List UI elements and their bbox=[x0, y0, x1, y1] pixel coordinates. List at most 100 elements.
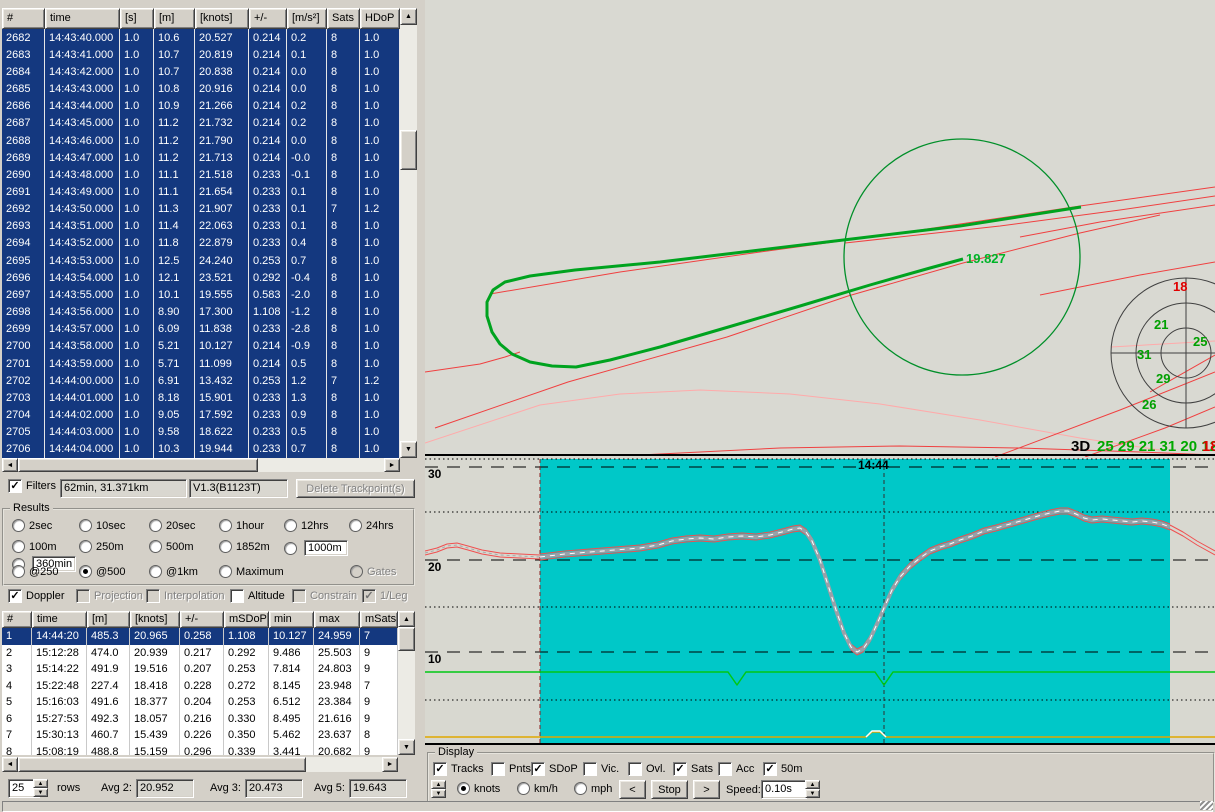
radio-1hour[interactable]: 1hour bbox=[219, 519, 284, 532]
table-row[interactable]: 815:08:19488.815.1590.2960.3393.44120.68… bbox=[2, 744, 398, 756]
results-table-hscrollbar[interactable]: ◄ ► bbox=[2, 757, 398, 772]
table-row[interactable]: 715:30:13460.715.4390.2260.3505.46223.63… bbox=[2, 727, 398, 744]
radio-icon[interactable] bbox=[149, 540, 162, 553]
table-row[interactable]: 269714:43:55.0001.010.119.5550.583-2.081… bbox=[2, 286, 400, 303]
radio-250m[interactable]: 250m bbox=[79, 540, 149, 553]
checkbox-tracks[interactable]: ✓Tracks bbox=[433, 762, 491, 776]
results-table-vscrollbar[interactable]: ▲ ▼ bbox=[398, 611, 415, 755]
table-row[interactable]: 268414:43:42.0001.010.720.8380.2140.081.… bbox=[2, 63, 400, 80]
column-header[interactable]: [m] bbox=[87, 611, 130, 628]
checkbox-icon[interactable] bbox=[718, 762, 732, 776]
column-header[interactable]: HDoP bbox=[360, 8, 400, 29]
table-row[interactable]: 270314:44:01.0001.08.1815.9010.2331.381.… bbox=[2, 389, 400, 406]
checkbox-icon[interactable]: ✓ bbox=[763, 762, 777, 776]
table-row[interactable]: 268714:43:45.0001.011.221.7320.2140.281.… bbox=[2, 115, 400, 132]
column-header[interactable]: [s] bbox=[120, 8, 154, 29]
radio-icon[interactable] bbox=[79, 519, 92, 532]
spin-down-icon[interactable]: ▼ bbox=[431, 789, 446, 798]
panel-divider[interactable] bbox=[418, 0, 425, 800]
checkbox-icon[interactable] bbox=[628, 762, 642, 776]
radio-icon[interactable] bbox=[12, 565, 25, 578]
table-row[interactable]: 269314:43:51.0001.011.422.0630.2330.181.… bbox=[2, 218, 400, 235]
column-header[interactable]: time bbox=[32, 611, 87, 628]
checkbox-icon[interactable]: ✓ bbox=[531, 762, 545, 776]
column-header[interactable]: max bbox=[314, 611, 360, 628]
delete-trackpoints-button[interactable]: Delete Trackpoint(s) bbox=[296, 479, 415, 498]
radio-icon[interactable] bbox=[284, 519, 297, 532]
table-row[interactable]: 268214:43:40.0001.010.620.5270.2140.281.… bbox=[2, 29, 400, 46]
column-header[interactable]: [m/s²] bbox=[287, 8, 327, 29]
table-row[interactable]: 269214:43:50.0001.011.321.9070.2330.171.… bbox=[2, 201, 400, 218]
radio-maximum[interactable]: Maximum bbox=[219, 565, 350, 578]
table-row[interactable]: 269014:43:48.0001.011.121.5180.233-0.181… bbox=[2, 166, 400, 183]
hscroll-thumb[interactable] bbox=[18, 458, 258, 472]
radio-500m[interactable]: 500m bbox=[149, 540, 219, 553]
spin-up-icon[interactable]: ▲ bbox=[431, 780, 446, 789]
scroll-up-icon[interactable]: ▲ bbox=[398, 611, 415, 627]
table-row[interactable]: 615:27:53492.318.0570.2160.3308.49521.61… bbox=[2, 711, 398, 728]
radio-icon[interactable] bbox=[12, 519, 25, 532]
column-header[interactable]: # bbox=[2, 611, 32, 628]
radio-20sec[interactable]: 20sec bbox=[149, 519, 219, 532]
radio-icon[interactable] bbox=[517, 782, 530, 795]
table-row[interactable]: 270514:44:03.0001.09.5818.6220.2330.581.… bbox=[2, 424, 400, 441]
checkbox-acc[interactable]: Acc bbox=[718, 762, 763, 776]
checkbox-icon[interactable] bbox=[230, 589, 244, 603]
scroll-down-icon[interactable]: ▼ bbox=[400, 441, 417, 458]
column-header[interactable]: +/- bbox=[249, 8, 287, 29]
table-row[interactable]: 269414:43:52.0001.011.822.8790.2330.481.… bbox=[2, 235, 400, 252]
trackpoint-table-vscrollbar[interactable]: ▲ ▼ bbox=[400, 8, 417, 458]
checkbox-icon[interactable] bbox=[491, 762, 505, 776]
checkbox-ovl[interactable]: Ovl. bbox=[628, 762, 673, 776]
column-header[interactable]: mSats bbox=[360, 611, 398, 628]
radio-icon[interactable] bbox=[79, 540, 92, 553]
table-row[interactable]: 268314:43:41.0001.010.720.8190.2140.181.… bbox=[2, 46, 400, 63]
radio-icon[interactable] bbox=[284, 542, 297, 555]
table-row[interactable]: 268814:43:46.0001.011.221.7900.2140.081.… bbox=[2, 132, 400, 149]
table-row[interactable]: 268914:43:47.0001.011.221.7130.214-0.081… bbox=[2, 149, 400, 166]
table-row[interactable]: 270214:44:00.0001.06.9113.4320.2531.271.… bbox=[2, 372, 400, 389]
table-row[interactable]: 269614:43:54.0001.012.123.5210.292-0.481… bbox=[2, 269, 400, 286]
speed-graph[interactable]: 30201014:44 bbox=[425, 457, 1215, 745]
checkbox-sats[interactable]: ✓Sats bbox=[673, 762, 718, 776]
checkbox-vic[interactable]: Vic. bbox=[583, 762, 628, 776]
scroll-left-icon[interactable]: ◄ bbox=[2, 757, 18, 772]
trackpoint-table-hscrollbar[interactable]: ◄ ► bbox=[2, 458, 400, 472]
radio-icon[interactable] bbox=[574, 782, 587, 795]
radio-custom[interactable]: 1000m bbox=[284, 540, 349, 556]
vscroll-thumb[interactable] bbox=[398, 627, 415, 651]
column-header[interactable]: time bbox=[45, 8, 120, 29]
checkbox-doppler[interactable]: ✓Doppler bbox=[8, 589, 76, 603]
checkbox-altitude[interactable]: Altitude bbox=[230, 589, 292, 603]
table-row[interactable]: 269514:43:53.0001.012.524.2400.2530.781.… bbox=[2, 252, 400, 269]
checkbox-sdop[interactable]: ✓SDoP bbox=[531, 762, 583, 776]
table-row[interactable]: 270114:43:59.0001.05.7111.0990.2140.581.… bbox=[2, 355, 400, 372]
step-forward-button[interactable]: > bbox=[693, 780, 720, 799]
column-header[interactable]: # bbox=[2, 8, 45, 29]
radio-icon[interactable] bbox=[219, 519, 232, 532]
spin-up-icon[interactable]: ▲ bbox=[805, 780, 820, 789]
radio-icon[interactable] bbox=[149, 565, 162, 578]
rows-count-stepper[interactable]: ▲ ▼ bbox=[33, 779, 48, 797]
column-header[interactable]: [m] bbox=[154, 8, 195, 29]
column-header[interactable]: +/- bbox=[180, 611, 224, 628]
table-row[interactable]: 515:16:03491.618.3770.2040.2536.51223.38… bbox=[2, 694, 398, 711]
table-row[interactable]: 268514:43:43.0001.010.820.9160.2140.081.… bbox=[2, 80, 400, 97]
stop-button[interactable]: Stop bbox=[651, 780, 688, 799]
option-value-field[interactable]: 1000m bbox=[304, 540, 348, 556]
checkbox-50m[interactable]: ✓50m bbox=[763, 762, 802, 776]
radio-100m[interactable]: 100m bbox=[12, 540, 79, 553]
table-row[interactable]: 114:44:20485.320.9650.2581.10810.12724.9… bbox=[2, 628, 398, 645]
filter-version-field[interactable]: V1.3(B1123T) bbox=[189, 479, 288, 498]
radio-icon[interactable] bbox=[349, 519, 362, 532]
checkbox-icon[interactable]: ✓ bbox=[8, 479, 22, 493]
table-row[interactable]: 269114:43:49.0001.011.121.6540.2330.181.… bbox=[2, 183, 400, 200]
radio-2sec[interactable]: 2sec bbox=[12, 519, 79, 532]
scroll-left-icon[interactable]: ◄ bbox=[2, 458, 18, 472]
table-row[interactable]: 270014:43:58.0001.05.2110.1270.214-0.981… bbox=[2, 338, 400, 355]
column-header[interactable]: [knots] bbox=[130, 611, 180, 628]
radio-1km[interactable]: @1km bbox=[149, 565, 219, 578]
table-row[interactable]: 215:12:28474.020.9390.2170.2929.48625.50… bbox=[2, 645, 398, 662]
checkbox-icon[interactable]: ✓ bbox=[8, 589, 22, 603]
scroll-down-icon[interactable]: ▼ bbox=[398, 739, 415, 755]
